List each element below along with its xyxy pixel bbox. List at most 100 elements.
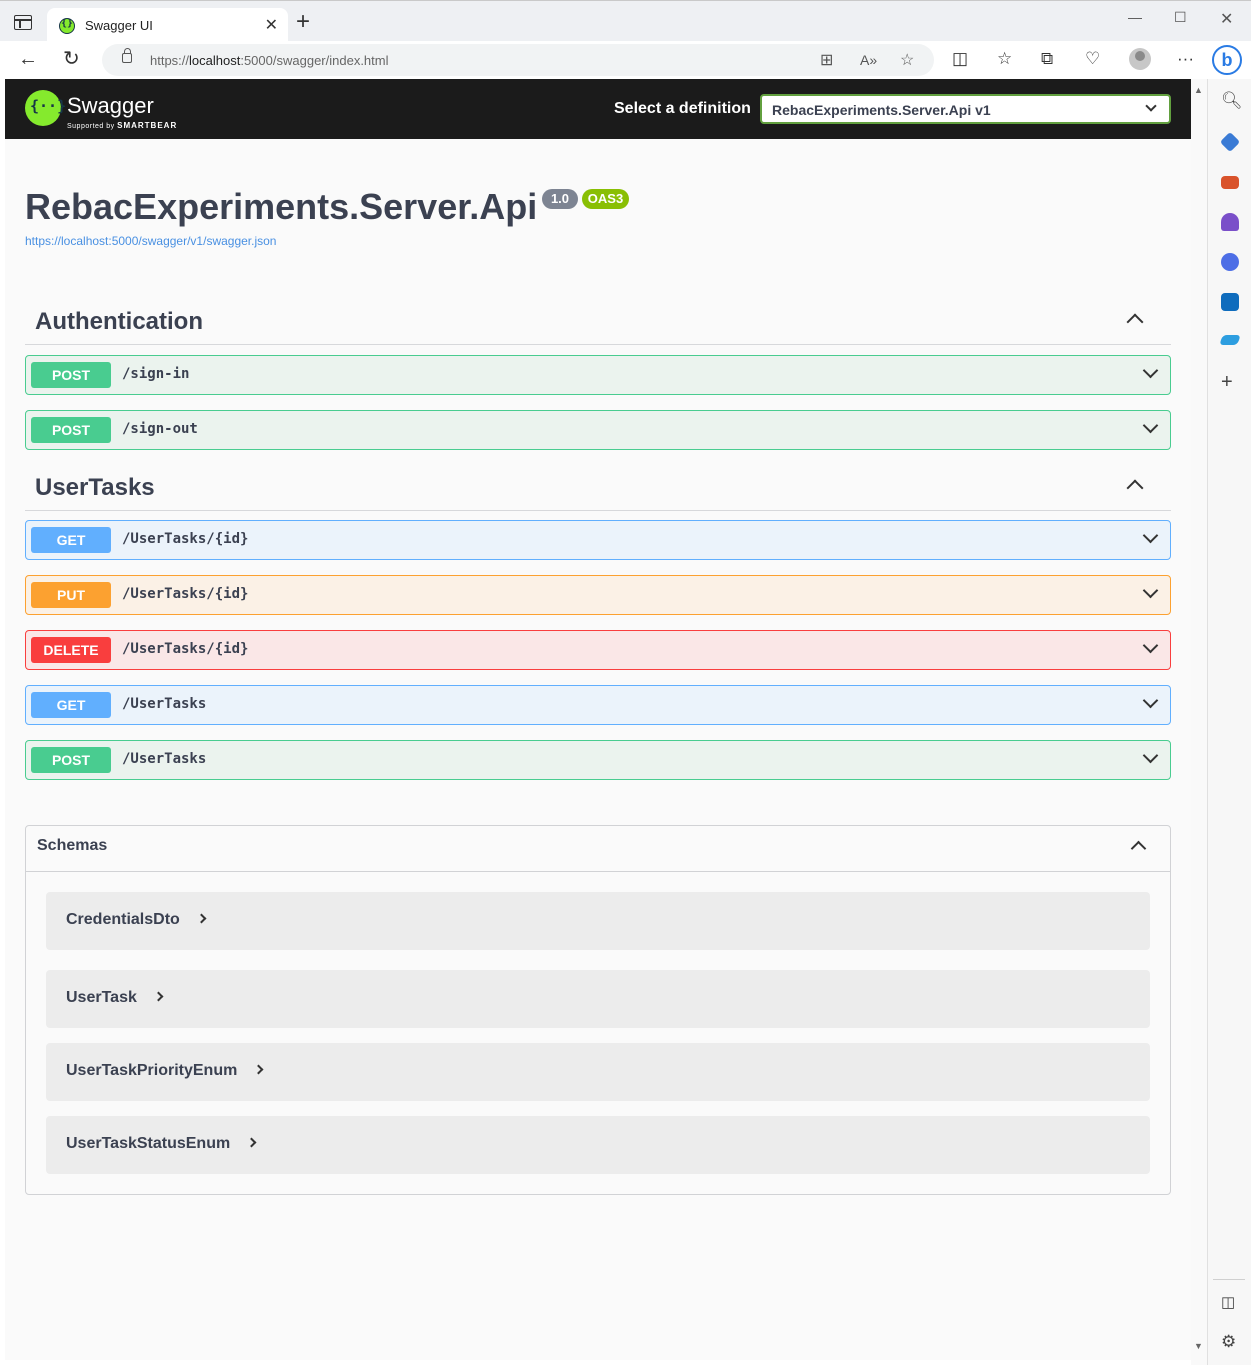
minimize-icon[interactable]: — — [1128, 9, 1142, 25]
operation-path: /UserTasks/{id} — [122, 586, 249, 602]
browser-essentials-icon[interactable]: ♡ — [1085, 50, 1100, 68]
schemas-header[interactable]: Schemas — [26, 826, 1170, 872]
browser-tab[interactable]: Swagger UI ✕ — [47, 8, 288, 42]
chevron-right-icon — [253, 1064, 264, 1075]
chevron-down-icon[interactable] — [1142, 362, 1159, 379]
chevron-up-icon[interactable] — [1130, 840, 1147, 857]
model-usertask[interactable]: UserTask — [46, 970, 1150, 1028]
model-credentialsdto[interactable]: CredentialsDto — [46, 892, 1150, 950]
address-bar[interactable]: https://localhost:5000/swagger/index.htm… — [102, 44, 934, 76]
section-title: UserTasks — [35, 474, 155, 501]
model-usertaskstatusenum[interactable]: UserTaskStatusEnum — [46, 1116, 1150, 1174]
edge-sidebar: 🔍︎ + ◫ ⚙ — [1207, 79, 1251, 1365]
operation-path: /sign-in — [122, 366, 190, 382]
collections-icon[interactable]: ⧉ — [1041, 50, 1053, 68]
schemas-title: Schemas — [37, 837, 108, 854]
section-usertasks[interactable]: UserTasks — [25, 470, 1171, 511]
page-scrollbar[interactable]: ▲ ▼ — [1191, 79, 1207, 1365]
chevron-down-icon[interactable] — [1142, 637, 1159, 654]
method-badge: GET — [31, 692, 111, 718]
operation-post-usertasks[interactable]: POST /UserTasks — [25, 740, 1171, 780]
app-available-icon[interactable]: ⊞ — [820, 50, 833, 70]
send-drop-icon[interactable] — [1219, 335, 1241, 345]
section-authentication[interactable]: Authentication — [25, 304, 1171, 345]
operation-get-usertask-by-id[interactable]: GET /UserTasks/{id} — [25, 520, 1171, 560]
new-tab-icon[interactable]: + — [296, 10, 310, 34]
chevron-right-icon — [246, 1137, 257, 1148]
chevron-down-icon[interactable] — [1142, 527, 1159, 544]
maximize-icon[interactable]: ☐ — [1174, 9, 1187, 26]
swagger-logo-icon[interactable]: {··} — [25, 90, 66, 126]
operation-path: /UserTasks/{id} — [122, 531, 249, 547]
outlook-icon[interactable] — [1221, 293, 1239, 311]
chevron-right-icon — [153, 991, 164, 1002]
window-close-icon[interactable]: ✕ — [1220, 9, 1233, 29]
sidebar-divider — [1213, 1279, 1245, 1280]
shopping-tag-icon[interactable] — [1219, 131, 1241, 153]
method-badge: PUT — [31, 582, 111, 608]
operation-post-sign-out[interactable]: POST /sign-out — [25, 410, 1171, 450]
browser-toolbar: ← ↻ https://localhost:5000/swagger/index… — [0, 41, 1251, 79]
add-sidebar-app-icon[interactable]: + — [1221, 372, 1233, 392]
split-screen-icon[interactable]: ◫ — [952, 50, 968, 68]
method-badge: POST — [31, 747, 111, 773]
scroll-down-icon[interactable]: ▼ — [1194, 1341, 1203, 1351]
operation-path: /UserTasks/{id} — [122, 641, 249, 657]
chevron-up-icon[interactable] — [1126, 313, 1144, 331]
chevron-down-icon[interactable] — [1142, 692, 1159, 709]
method-badge: DELETE — [31, 637, 111, 663]
swagger-favicon-icon — [59, 18, 75, 34]
operation-delete-usertask[interactable]: DELETE /UserTasks/{id} — [25, 630, 1171, 670]
favorite-star-icon[interactable]: ☆ — [900, 50, 914, 70]
hide-sidebar-icon[interactable]: ◫ — [1221, 1293, 1235, 1311]
model-name: UserTask — [66, 989, 164, 1007]
close-tab-icon[interactable]: ✕ — [265, 15, 278, 35]
method-badge: POST — [31, 417, 111, 443]
back-icon[interactable]: ← — [18, 49, 38, 69]
model-usertaskpriorityenum[interactable]: UserTaskPriorityEnum — [46, 1043, 1150, 1101]
microsoft-365-icon[interactable] — [1221, 253, 1239, 271]
tab-actions-icon[interactable] — [14, 15, 32, 30]
operation-get-usertasks[interactable]: GET /UserTasks — [25, 685, 1171, 725]
operation-put-usertask[interactable]: PUT /UserTasks/{id} — [25, 575, 1171, 615]
lock-icon[interactable] — [122, 48, 132, 63]
scroll-up-icon[interactable]: ▲ — [1194, 85, 1203, 95]
section-title: Authentication — [35, 308, 203, 335]
games-icon[interactable] — [1221, 213, 1239, 231]
favorites-icon[interactable]: ☆ — [997, 50, 1012, 68]
model-name: UserTaskStatusEnum — [66, 1135, 257, 1153]
profile-avatar[interactable] — [1129, 48, 1151, 70]
chevron-down-icon[interactable] — [1142, 417, 1159, 434]
tools-briefcase-icon[interactable] — [1221, 176, 1239, 189]
chevron-down-icon[interactable] — [1142, 747, 1159, 764]
chevron-down-icon — [1145, 100, 1157, 112]
chevron-up-icon[interactable] — [1126, 479, 1144, 497]
chevron-down-icon[interactable] — [1142, 582, 1159, 599]
search-icon[interactable]: 🔍︎ — [1221, 91, 1243, 111]
oas-badge: OAS3 — [582, 189, 629, 209]
refresh-icon[interactable]: ↻ — [63, 49, 80, 69]
sidebar-settings-gear-icon[interactable]: ⚙ — [1221, 1332, 1236, 1352]
address-url[interactable]: https://localhost:5000/swagger/index.htm… — [150, 53, 389, 68]
copilot-icon[interactable]: b — [1212, 45, 1242, 75]
read-aloud-icon[interactable]: A» — [860, 52, 877, 68]
method-badge: POST — [31, 362, 111, 388]
more-menu-icon[interactable]: ··· — [1177, 50, 1194, 68]
swagger-topbar: {··} Swagger Supported by SMARTBEAR Sele… — [5, 79, 1191, 139]
spec-url-link[interactable]: https://localhost:5000/swagger/v1/swagge… — [25, 234, 276, 248]
definition-select-value: RebacExperiments.Server.Api v1 — [772, 102, 991, 118]
swagger-logo-subtitle: Supported by SMARTBEAR — [67, 121, 178, 130]
definition-select[interactable]: RebacExperiments.Server.Api v1 — [760, 94, 1171, 124]
operation-path: /sign-out — [122, 421, 198, 437]
operation-post-sign-in[interactable]: POST /sign-in — [25, 355, 1171, 395]
tab-title: Swagger UI — [85, 18, 153, 33]
definition-label: Select a definition — [614, 100, 751, 117]
swagger-logo-text[interactable]: Swagger — [67, 93, 154, 119]
version-badge: 1.0 — [542, 189, 578, 209]
chevron-right-icon — [196, 913, 207, 924]
operation-path: /UserTasks — [122, 696, 207, 712]
schemas-section: Schemas CredentialsDto UserTask UserTask… — [25, 825, 1171, 1195]
operation-path: /UserTasks — [122, 751, 207, 767]
api-title: RebacExperiments.Server.Api — [25, 186, 538, 227]
model-name: UserTaskPriorityEnum — [66, 1062, 264, 1080]
